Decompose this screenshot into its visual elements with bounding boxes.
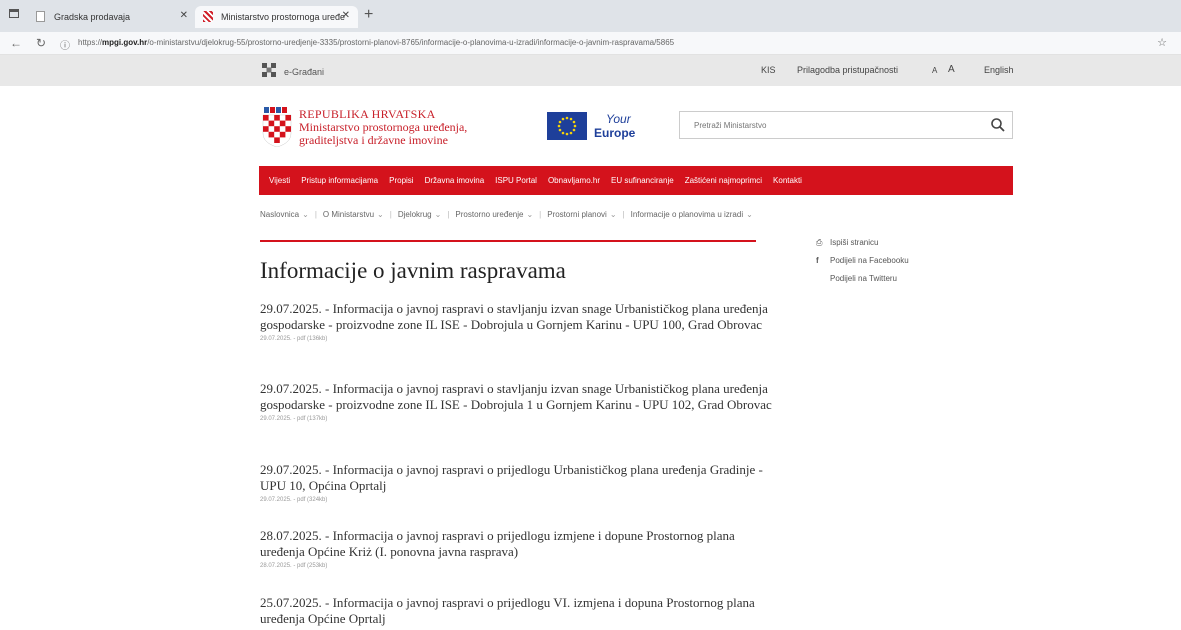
list-item: 25.07.2025. - Informacija o javnoj raspr…	[260, 595, 780, 630]
close-tab-icon[interactable]: ✕	[342, 10, 350, 21]
search-input[interactable]	[692, 120, 976, 131]
printer-icon: ⎙	[816, 238, 823, 247]
page-icon	[36, 11, 45, 22]
ministry-line-2: graditeljstva i državne imovine	[299, 133, 448, 147]
breadcrumb-item[interactable]: Naslovnica ⌄	[260, 210, 309, 219]
address-bar: ← ↻ ⓘ https://mpgi.gov.hr/o-ministarstvu…	[0, 32, 1181, 55]
browser-tab-bar: Gradska prodavaja ✕ Ministarstvo prostor…	[0, 0, 1181, 32]
breadcrumb-item[interactable]: Prostorno uređenje ⌄	[455, 210, 533, 219]
twitter-share-link[interactable]: Podijeli na Twitteru	[816, 272, 909, 290]
browser-tab-1[interactable]: Gradska prodavaja ✕	[28, 6, 196, 28]
croatia-favicon-icon	[203, 11, 213, 22]
item-title-link[interactable]: 29.07.2025. - Informacija o javnoj raspr…	[260, 381, 780, 413]
item-title-link[interactable]: 29.07.2025. - Informacija o javnoj raspr…	[260, 462, 780, 494]
nav-item-zasticeni-najmoprimci[interactable]: Zaštićeni najmoprimci	[685, 176, 762, 185]
nav-item-kontakti[interactable]: Kontakti	[773, 176, 802, 185]
page-title: Informacije o javnim raspravama	[260, 258, 566, 283]
font-size-small-button[interactable]: A	[932, 66, 937, 75]
list-item: 29.07.2025. - Informacija o javnoj raspr…	[260, 381, 780, 422]
list-item: 28.07.2025. - Informacija o javnoj raspr…	[260, 528, 780, 569]
nav-item-vijesti[interactable]: Vijesti	[269, 176, 290, 185]
breadcrumb-item[interactable]: O Ministarstvu ⌄	[323, 210, 384, 219]
new-tab-icon[interactable]: +	[364, 6, 373, 24]
your-europe-link[interactable]: Your Europe	[594, 110, 635, 140]
tab-label: Ministarstvo prostornoga uređe	[221, 12, 346, 22]
item-title-link[interactable]: 29.07.2025. - Informacija o javnoj raspr…	[260, 301, 780, 333]
english-link[interactable]: English	[984, 65, 1014, 75]
nav-item-eu-sufinanciranje[interactable]: EU sufinanciranje	[611, 176, 674, 185]
coat-of-arms-logo[interactable]	[262, 107, 292, 147]
search-icon[interactable]	[990, 117, 1006, 133]
eu-flag-icon	[547, 112, 587, 140]
font-size-large-button[interactable]: A	[948, 64, 955, 75]
accessibility-link[interactable]: Prilagodba pristupačnosti	[797, 65, 898, 75]
title-divider	[260, 240, 756, 242]
search-box	[679, 111, 1013, 139]
list-item: 29.07.2025. - Informacija o javnoj raspr…	[260, 301, 780, 342]
url-field[interactable]: https://mpgi.gov.hr/o-ministarstvu/djelo…	[78, 38, 674, 47]
item-title-link[interactable]: 25.07.2025. - Informacija o javnoj raspr…	[260, 595, 780, 627]
item-meta-link[interactable]: 29.07.2025. - pdf (137kb)	[260, 416, 780, 422]
facebook-share-link[interactable]: f Podijeli na Facebooku	[816, 254, 909, 272]
item-meta-link[interactable]: 29.07.2025. - pdf (324kb)	[260, 497, 780, 503]
main-navigation: Vijesti Pristup informacijama Propisi Dr…	[259, 166, 1013, 195]
kis-link[interactable]: KIS	[761, 65, 776, 75]
item-meta-link[interactable]: 28.07.2025. - pdf (253kb)	[260, 563, 780, 569]
nav-item-obnavljamo[interactable]: Obnavljamo.hr	[548, 176, 600, 185]
item-meta-link[interactable]: 29.07.2025. - pdf (136kb)	[260, 336, 780, 342]
egradjani-link[interactable]: e-Građani	[284, 67, 324, 77]
breadcrumb: Naslovnica ⌄ | O Ministarstvu ⌄ | Djelokrug ⌄…	[260, 210, 753, 219]
browser-tab-2[interactable]: Ministarstvo prostornoga uređe ✕	[195, 6, 358, 28]
back-icon[interactable]: ←	[10, 36, 22, 50]
item-title-link[interactable]: 28.07.2025. - Informacija o javnoj raspr…	[260, 528, 780, 560]
egradjani-logo-icon[interactable]	[262, 63, 276, 77]
tab-label: Gradska prodavaja	[54, 12, 131, 22]
list-item: 29.07.2025. - Informacija o javnoj raspr…	[260, 462, 780, 503]
nav-item-propisi[interactable]: Propisi	[389, 176, 413, 185]
breadcrumb-item[interactable]: Prostorni planovi ⌄	[547, 210, 616, 219]
window-menu-icon[interactable]	[9, 9, 19, 18]
close-tab-icon[interactable]: ✕	[180, 10, 188, 21]
ministry-name[interactable]: REPUBLIKA HRVATSKA Ministarstvo prostorn…	[299, 108, 467, 147]
reload-icon[interactable]: ↻	[36, 36, 46, 50]
nav-item-drzavna-imovina[interactable]: Državna imovina	[425, 176, 485, 185]
breadcrumb-item[interactable]: Informacije o planovima u izradi ⌄	[631, 210, 753, 219]
share-sidebar: ⎙ Ispiši stranicu f Podijeli na Facebooku …	[816, 236, 909, 290]
print-link[interactable]: ⎙ Ispiši stranicu	[816, 236, 909, 254]
breadcrumb-item[interactable]: Djelokrug ⌄	[398, 210, 442, 219]
nav-item-ispu-portal[interactable]: ISPU Portal	[495, 176, 537, 185]
nav-item-pristup-informacijama[interactable]: Pristup informacijama	[301, 176, 378, 185]
facebook-icon: f	[816, 256, 819, 265]
favorite-icon[interactable]: ☆	[1157, 36, 1167, 49]
site-info-icon[interactable]: ⓘ	[60, 37, 70, 52]
